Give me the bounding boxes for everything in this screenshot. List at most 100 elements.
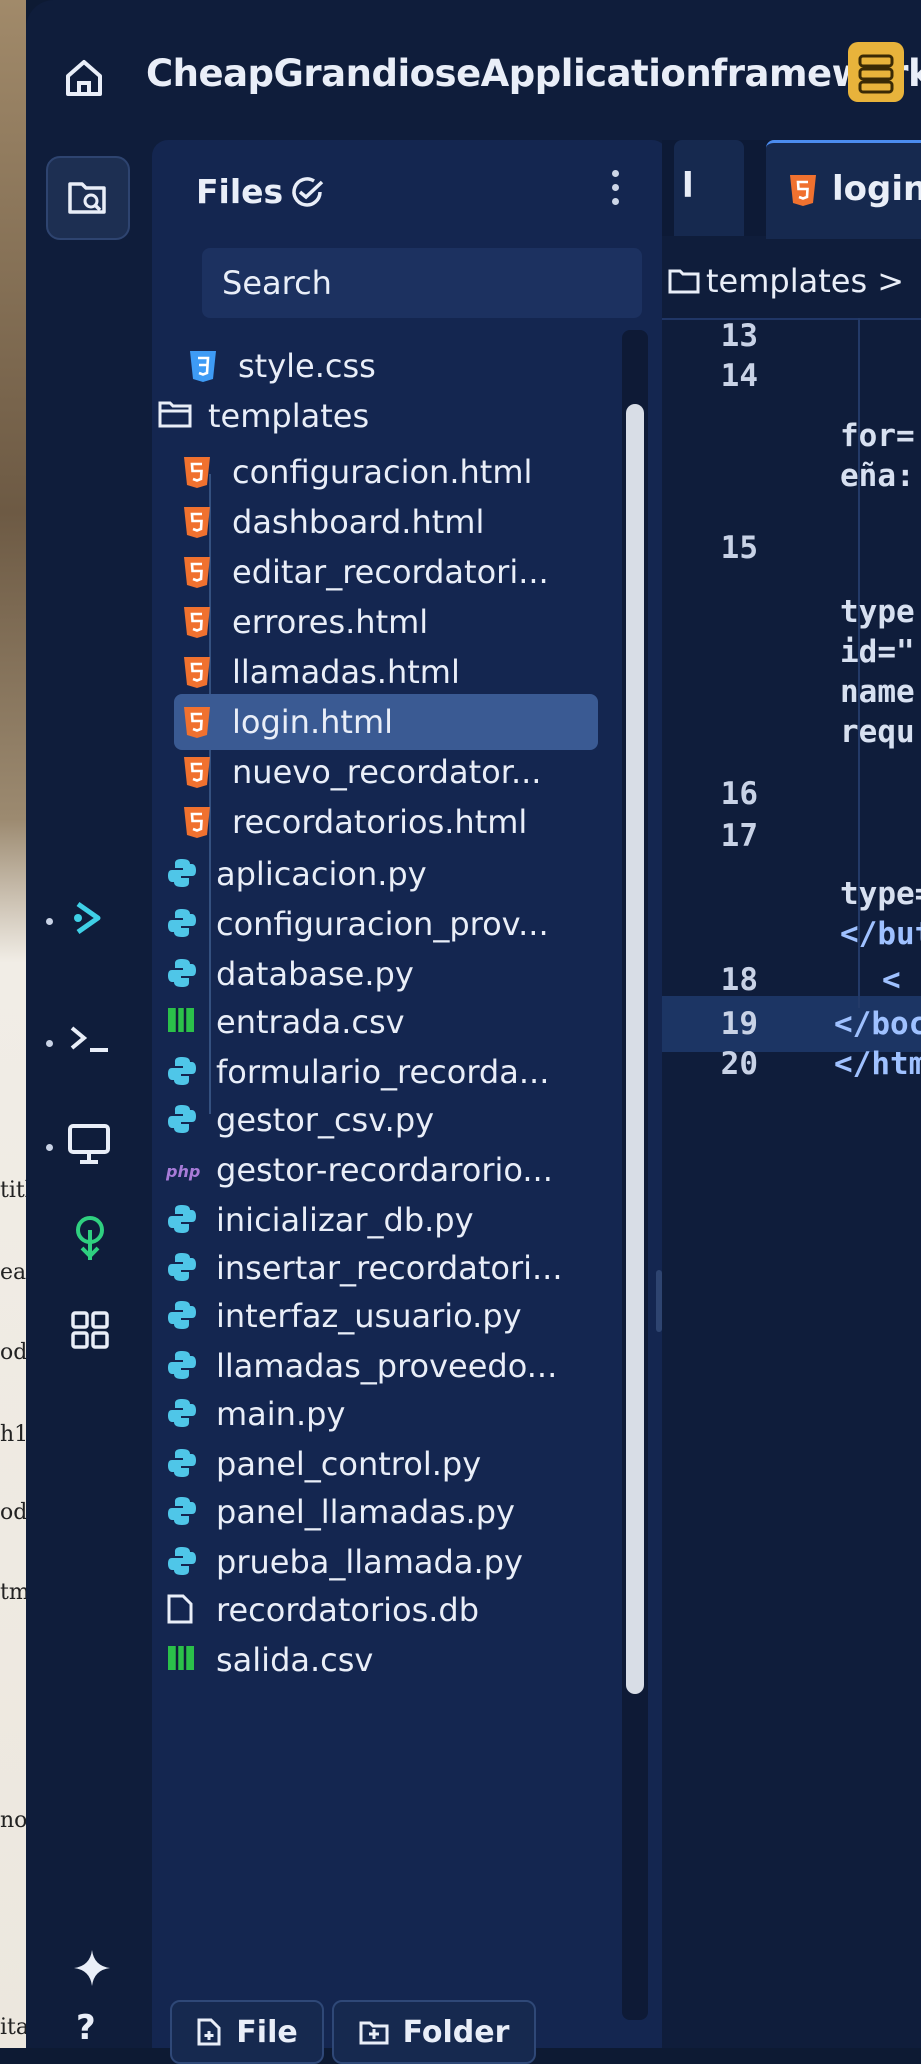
code-area[interactable]: 13 14 for= eña: 15 type id=" name requ 16 17 type= <…: [662, 318, 921, 2048]
file-row[interactable]: nuevo_recordator...: [182, 744, 541, 800]
csv-file-icon: [166, 1005, 196, 1039]
line-number: 14: [720, 358, 758, 394]
editor-tab-active[interactable]: login.h: [766, 140, 921, 239]
new-folder-icon: [359, 2021, 389, 2045]
run-icon[interactable]: [66, 896, 110, 940]
code-line: </boc: [834, 1006, 921, 1042]
file-row[interactable]: errores.html: [182, 594, 428, 650]
file-name: style.css: [238, 347, 376, 385]
top-bar: CheapGrandioseApplicationframework: [26, 0, 921, 140]
file-row[interactable]: aplicacion.py: [166, 846, 427, 902]
line-number: 13: [720, 318, 758, 354]
file-row[interactable]: login.html: [174, 694, 598, 750]
background-photo-strip: titl ea ody h1 od tm no itar: [0, 0, 26, 2048]
monitor-icon[interactable]: [66, 1122, 112, 1166]
file-row[interactable]: recordatorios.db: [166, 1582, 479, 1638]
file-name: llamadas_proveedo...: [216, 1347, 558, 1385]
file-row[interactable]: recordatorios.html: [182, 794, 527, 850]
code-line: for=: [840, 418, 915, 454]
file-name: interfaz_usuario.py: [216, 1297, 522, 1335]
csv-file-icon: [166, 1643, 196, 1677]
editor-tabs: l login.h: [662, 140, 921, 239]
strip-text: ea: [0, 1260, 26, 1285]
file-row[interactable]: configuracion.html: [182, 444, 532, 500]
code-line: name: [840, 674, 915, 710]
tab-label: l: [682, 166, 694, 206]
strip-text: ody: [0, 1340, 26, 1365]
file-name: prueba_llamada.py: [216, 1543, 523, 1581]
file-name: main.py: [216, 1395, 346, 1433]
scrollbar-thumb[interactable]: [626, 404, 644, 1694]
python-file-icon: [166, 907, 196, 941]
sync-check-icon[interactable]: [288, 174, 328, 208]
folder-row[interactable]: templates: [158, 388, 369, 444]
line-number: 15: [720, 530, 758, 566]
css-file-icon: [188, 349, 218, 383]
strip-text: titl: [0, 1178, 26, 1203]
file-name: inicializar_db.py: [216, 1201, 474, 1239]
file-row[interactable]: salida.csv: [166, 1632, 373, 1688]
file-row[interactable]: panel_llamadas.py: [166, 1484, 515, 1540]
files-panel-title: Files: [196, 172, 284, 211]
help-icon[interactable]: ?: [76, 2008, 96, 2048]
file-tree-scrollbar[interactable]: [622, 330, 648, 2020]
line-number: 18: [720, 962, 758, 998]
file-row[interactable]: php gestor-recordarorio...: [165, 1142, 553, 1198]
file-row[interactable]: interfaz_usuario.py: [166, 1288, 522, 1344]
file-name: configuracion_prov...: [216, 905, 549, 943]
files-explorer-button[interactable]: [46, 156, 130, 240]
new-file-icon: [197, 2018, 221, 2046]
html-file-icon: [182, 505, 212, 539]
file-row[interactable]: main.py: [166, 1386, 345, 1442]
code-line: id=": [840, 634, 915, 670]
file-name: salida.csv: [216, 1641, 374, 1679]
code-line: type: [840, 594, 915, 630]
html-file-icon: [182, 655, 212, 689]
extensions-grid-icon[interactable]: [70, 1310, 110, 1350]
file-name: templates: [208, 397, 370, 435]
line-number: 20: [720, 1046, 758, 1082]
php-file-icon: php: [165, 1153, 206, 1187]
new-file-button[interactable]: File: [170, 2000, 324, 2064]
file-row[interactable]: dashboard.html: [182, 494, 484, 550]
folder-search-icon: [68, 182, 106, 214]
html-file-icon: [182, 805, 212, 839]
terminal-icon[interactable]: [66, 1020, 114, 1060]
file-name: panel_control.py: [216, 1445, 482, 1483]
file-name: configuracion.html: [232, 453, 533, 491]
activity-bar: ?: [26, 140, 156, 2048]
strip-text: no: [0, 1808, 26, 1833]
python-file-icon: [166, 857, 196, 891]
html-file-icon: [790, 175, 816, 206]
editor-tab[interactable]: l: [674, 140, 744, 236]
strip-text: tm: [0, 1580, 26, 1605]
strip-text: h1: [0, 1422, 26, 1447]
code-line: </but: [840, 916, 921, 952]
file-icon: [166, 1593, 196, 1627]
file-name: dashboard.html: [232, 503, 485, 541]
sparkle-icon[interactable]: [72, 1948, 112, 1988]
files-panel: Files style.css templates configuracion.ht…: [152, 140, 668, 2064]
code-line: </htm: [834, 1046, 921, 1082]
file-name: insertar_recordatori...: [216, 1249, 563, 1287]
python-file-icon: [166, 1495, 196, 1529]
file-name: nuevo_recordator...: [232, 753, 542, 791]
code-line: <: [882, 962, 901, 998]
home-icon[interactable]: [62, 56, 106, 100]
database-icon[interactable]: [848, 42, 904, 102]
file-name: entrada.csv: [216, 1003, 405, 1041]
git-tree-icon[interactable]: [70, 1214, 110, 1264]
file-name: aplicacion.py: [216, 855, 427, 893]
file-row[interactable]: llamadas.html: [182, 644, 460, 700]
file-row[interactable]: editar_recordatori...: [182, 544, 549, 600]
file-row[interactable]: configuracion_prov...: [166, 896, 549, 952]
new-folder-label: Folder: [402, 2014, 510, 2050]
breadcrumb-path[interactable]: templates >: [706, 262, 904, 300]
search-input[interactable]: [202, 248, 642, 318]
file-row[interactable]: style.css: [188, 338, 376, 394]
file-row[interactable]: entrada.csv: [166, 994, 405, 1050]
code-line: type=: [840, 876, 921, 912]
more-options-icon[interactable]: [612, 170, 622, 212]
file-row[interactable]: gestor_csv.py: [166, 1092, 434, 1148]
new-folder-button[interactable]: Folder: [332, 2000, 536, 2064]
